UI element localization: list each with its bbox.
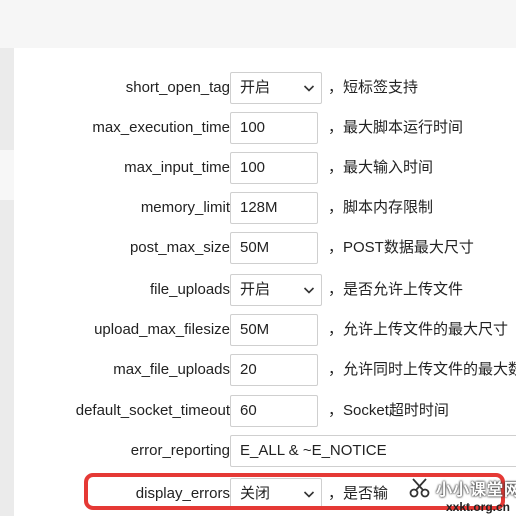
setting-row-short-open-tag: short_open_tag 开启 ，短标签支持 [14,68,516,108]
setting-input[interactable]: 20 [230,354,318,386]
top-band [0,0,516,48]
setting-row-max-execution-time: max_execution_time 100 ，最大脚本运行时间 [14,108,516,148]
setting-hint: ，POST数据最大尺寸 [328,239,474,256]
chevron-down-icon [303,85,315,92]
setting-label: short_open_tag [125,79,230,96]
setting-input[interactable]: 60 [230,395,318,427]
setting-label: max_file_uploads [113,361,230,378]
setting-row-default-socket-timeout: default_socket_timeout 60 ，Socket超时时间 [14,391,516,431]
setting-select[interactable]: 开启 [230,274,322,306]
setting-input[interactable]: 100 [230,112,318,144]
setting-input[interactable]: 50M [230,232,318,264]
setting-input[interactable]: E_ALL & ~E_NOTICE [230,435,516,467]
setting-hint: ，最大输入时间 [328,159,434,176]
setting-input[interactable]: 50M [230,314,318,346]
watermark: 小小课堂网 xxkt.org.cn [408,472,516,514]
setting-label: max_input_time [124,159,230,176]
setting-label: memory_limit [140,199,230,216]
setting-row-max-input-time: max_input_time 100 ，最大输入时间 [14,148,516,188]
setting-label: post_max_size [129,239,230,256]
setting-input[interactable]: 100 [230,152,318,184]
setting-hint: ，最大脚本运行时间 [328,119,464,136]
left-gutter [0,48,14,516]
watermark-name: 小小课堂网 [436,482,516,499]
setting-row-error-reporting: error_reporting E_ALL & ~E_NOTICE [14,431,516,471]
setting-row-file-uploads: file_uploads 开启 ，是否允许上传文件 [14,270,516,310]
setting-label: file_uploads [149,281,230,298]
setting-row-upload-max-filesize: upload_max_filesize 50M ，允许上传文件的最大尺寸 [14,310,516,350]
setting-row-max-file-uploads: max_file_uploads 20 ，允许同时上传文件的最大数 [14,350,516,390]
setting-hint: ，允许同时上传文件的最大数 [328,361,516,378]
select-value: 开启 [240,281,271,298]
gutter-split [0,150,14,200]
setting-row-post-max-size: post_max_size 50M ，POST数据最大尺寸 [14,228,516,268]
chevron-down-icon [303,287,315,294]
setting-row-memory-limit: memory_limit 128M ，脚本内存限制 [14,188,516,228]
watermark-domain: xxkt.org.cn [445,500,510,514]
setting-hint: ，短标签支持 [328,79,419,96]
setting-hint: ，Socket超时时间 [328,402,449,419]
setting-hint: ，允许上传文件的最大尺寸 [328,321,509,338]
setting-hint: ，脚本内存限制 [328,199,434,216]
scissors-icon [409,478,430,498]
setting-label: default_socket_timeout [75,402,230,419]
select-value: 开启 [240,79,271,96]
setting-select[interactable]: 开启 [230,72,322,104]
php-settings-panel: short_open_tag 开启 ，短标签支持 max_execution_time… [14,48,516,516]
setting-label: error_reporting [130,442,230,459]
setting-label: max_execution_time [92,119,230,136]
setting-label: upload_max_filesize [94,321,230,338]
setting-hint: ，是否允许上传文件 [328,281,464,298]
setting-input[interactable]: 128M [230,192,318,224]
